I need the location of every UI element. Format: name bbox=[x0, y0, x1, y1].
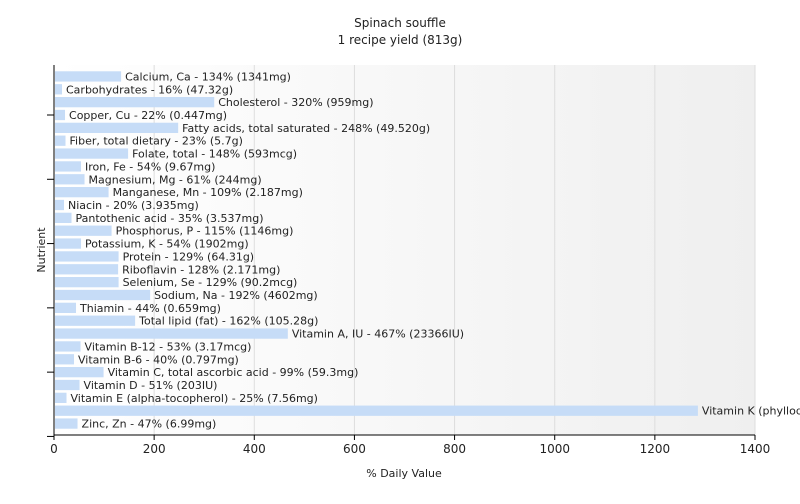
bar bbox=[55, 405, 698, 416]
x-tick-label: 400 bbox=[243, 442, 266, 456]
bar-label: Niacin - 20% (3.935mg) bbox=[68, 199, 199, 212]
bar-label: Copper, Cu - 22% (0.447mg) bbox=[69, 109, 227, 122]
x-tick-label: 600 bbox=[343, 442, 366, 456]
bar-label: Riboflavin - 128% (2.171mg) bbox=[122, 263, 280, 276]
y-ticks bbox=[47, 114, 54, 437]
bar-label: Fatty acids, total saturated - 248% (49.… bbox=[182, 122, 430, 135]
bar-label: Total lipid (fat) - 162% (105.28g) bbox=[138, 315, 318, 328]
bar bbox=[55, 161, 82, 172]
bar-label: Manganese, Mn - 109% (2.187mg) bbox=[113, 186, 303, 199]
bar bbox=[55, 341, 81, 352]
bar-label: Fiber, total dietary - 23% (5.7g) bbox=[70, 135, 243, 148]
bar-label: Vitamin E (alpha-tocopherol) - 25% (7.56… bbox=[71, 392, 318, 405]
bar bbox=[55, 315, 136, 326]
bar-label: Carbohydrates - 16% (47.32g) bbox=[66, 83, 233, 96]
x-tick-label: 1200 bbox=[640, 442, 671, 456]
bar bbox=[55, 71, 122, 82]
bar-label: Vitamin A, IU - 467% (23366IU) bbox=[292, 328, 464, 341]
bar bbox=[55, 97, 215, 108]
bar bbox=[55, 135, 66, 146]
bar bbox=[55, 328, 288, 339]
bar-label: Zinc, Zn - 47% (6.99mg) bbox=[82, 418, 217, 431]
chart-subtitle: 1 recipe yield (813g) bbox=[338, 33, 463, 47]
bar-label: Pantothenic acid - 35% (3.537mg) bbox=[76, 212, 264, 225]
x-axis-label: % Daily Value bbox=[366, 467, 442, 480]
chart-svg: Calcium, Ca - 134% (1341mg)Carbohydrates… bbox=[35, 16, 800, 480]
chart-container: Calcium, Ca - 134% (1341mg) Carbohydrates… bbox=[0, 0, 800, 500]
bar-label: Vitamin B-12 - 53% (3.17mcg) bbox=[85, 340, 252, 353]
bar-label: Magnesium, Mg - 61% (244mg) bbox=[89, 173, 262, 186]
bar-label: Vitamin K (phylloquinone) - 1286% (1028.… bbox=[702, 405, 800, 418]
x-tick-label: 0 bbox=[50, 442, 58, 456]
bar-label: Sodium, Na - 192% (4602mg) bbox=[154, 289, 318, 302]
bar-label: Selenium, Se - 129% (90.2mcg) bbox=[123, 276, 298, 289]
bar bbox=[55, 187, 109, 198]
bar bbox=[55, 367, 104, 378]
bar bbox=[55, 174, 85, 185]
x-tick-label: 1000 bbox=[539, 442, 570, 456]
x-ticks: 0 200 400 600 800 1000 1200 1400 bbox=[50, 435, 770, 456]
bar-label: Potassium, K - 54% (1902mg) bbox=[85, 238, 249, 251]
bar-label: Calcium, Ca - 134% (1341mg) bbox=[125, 70, 291, 83]
bar-label: Folate, total - 148% (593mcg) bbox=[132, 148, 297, 161]
bar bbox=[55, 277, 119, 288]
bar bbox=[55, 392, 67, 403]
bar bbox=[55, 302, 77, 313]
bar bbox=[55, 289, 151, 301]
bar-label: Cholesterol - 320% (959mg) bbox=[218, 96, 373, 109]
bar bbox=[55, 225, 112, 236]
bar-label: Vitamin B-6 - 40% (0.797mg) bbox=[78, 353, 239, 366]
bar-label: Thiamin - 44% (0.659mg) bbox=[79, 302, 221, 315]
bar-label: Iron, Fe - 54% (9.67mg) bbox=[85, 160, 215, 173]
x-tick-label: 800 bbox=[443, 442, 466, 456]
x-tick-label: 200 bbox=[143, 442, 166, 456]
x-tick-label: 1400 bbox=[740, 442, 771, 456]
bar-label: Vitamin C, total ascorbic acid - 99% (59… bbox=[108, 366, 359, 379]
bar bbox=[55, 354, 75, 365]
bar-label: Phosphorus, P - 115% (1146mg) bbox=[116, 225, 294, 238]
bar-label: Vitamin D - 51% (203IU) bbox=[84, 379, 218, 392]
bar bbox=[55, 84, 63, 95]
bar bbox=[55, 379, 80, 391]
chart-title: Spinach souffle bbox=[354, 16, 446, 30]
bar bbox=[55, 199, 65, 211]
bar bbox=[55, 109, 66, 121]
bar bbox=[55, 418, 78, 429]
bar bbox=[55, 212, 72, 223]
bar bbox=[55, 238, 82, 249]
bar bbox=[55, 264, 119, 275]
bar bbox=[55, 122, 179, 133]
bar bbox=[55, 251, 119, 262]
y-axis-label: Nutrient bbox=[35, 227, 48, 273]
bar bbox=[55, 148, 129, 159]
bar-label: Protein - 129% (64.31g) bbox=[123, 250, 255, 263]
